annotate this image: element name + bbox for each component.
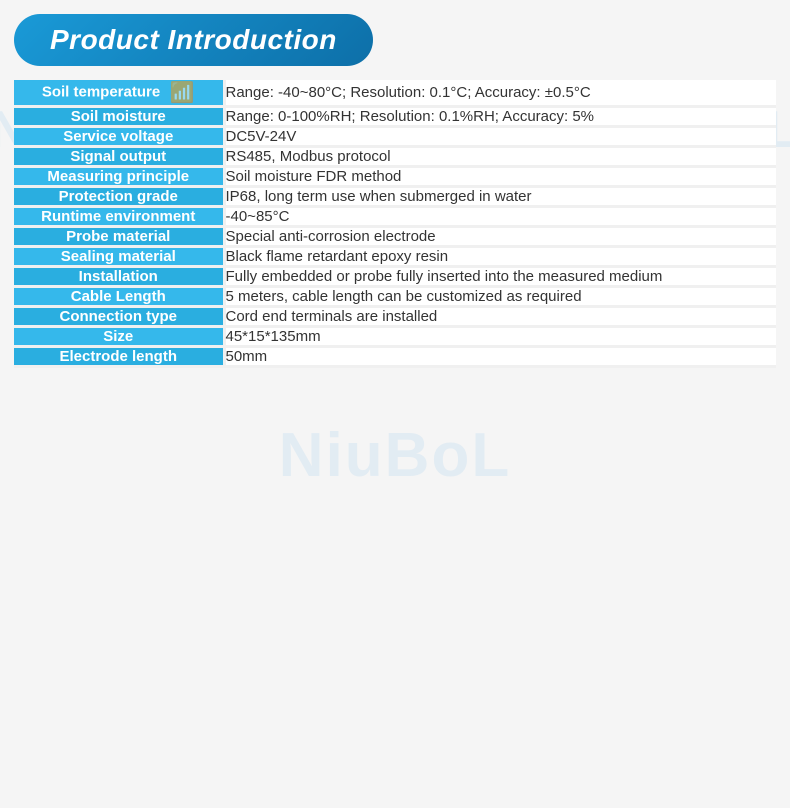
spec-label: Sealing material	[14, 247, 224, 267]
spec-label: Protection grade	[14, 187, 224, 207]
spec-label: Installation	[14, 267, 224, 287]
spec-label: Soil temperature 📶	[14, 80, 224, 107]
table-row: Cable Length5 meters, cable length can b…	[14, 287, 776, 307]
page-wrapper: NiuBoL NiuBoL NiuBoL Product Introductio…	[0, 0, 790, 808]
table-row: Connection typeCord end terminals are in…	[14, 307, 776, 327]
spec-label: Size	[14, 327, 224, 347]
table-row: Electrode length50mm	[14, 347, 776, 367]
spec-label: Service voltage	[14, 127, 224, 147]
spec-value: Special anti-corrosion electrode	[224, 227, 776, 247]
table-row: InstallationFully embedded or probe full…	[14, 267, 776, 287]
spec-value: Range: 0-100%RH; Resolution: 0.1%RH; Acc…	[224, 107, 776, 127]
spec-label: Connection type	[14, 307, 224, 327]
spec-value: -40~85°C	[224, 207, 776, 227]
table-row: Soil temperature 📶Range: -40~80°C; Resol…	[14, 80, 776, 107]
table-row: Service voltageDC5V-24V	[14, 127, 776, 147]
spec-value: DC5V-24V	[224, 127, 776, 147]
spec-value: Fully embedded or probe fully inserted i…	[224, 267, 776, 287]
spec-value: 50mm	[224, 347, 776, 367]
wifi-icon: 📶	[164, 82, 194, 104]
watermark-center: NiuBoL	[279, 420, 511, 491]
title-badge: Product Introduction	[14, 14, 373, 66]
spec-label: Runtime environment	[14, 207, 224, 227]
spec-value: 45*15*135mm	[224, 327, 776, 347]
table-row: Soil moistureRange: 0-100%RH; Resolution…	[14, 107, 776, 127]
spec-label: Measuring principle	[14, 167, 224, 187]
spec-value: RS485, Modbus protocol	[224, 147, 776, 167]
spec-label: Electrode length	[14, 347, 224, 367]
spec-label: Cable Length	[14, 287, 224, 307]
table-row: Protection gradeIP68, long term use when…	[14, 187, 776, 207]
spec-value: Range: -40~80°C; Resolution: 0.1°C; Accu…	[224, 80, 776, 107]
spec-value: Soil moisture FDR method	[224, 167, 776, 187]
table-row: Probe materialSpecial anti-corrosion ele…	[14, 227, 776, 247]
spec-value: 5 meters, cable length can be customized…	[224, 287, 776, 307]
table-row: Runtime environment-40~85°C	[14, 207, 776, 227]
table-row: Sealing materialBlack flame retardant ep…	[14, 247, 776, 267]
table-row: Measuring principleSoil moisture FDR met…	[14, 167, 776, 187]
table-row: Size45*15*135mm	[14, 327, 776, 347]
spec-value: Black flame retardant epoxy resin	[224, 247, 776, 267]
spec-value: Cord end terminals are installed	[224, 307, 776, 327]
table-row: Signal outputRS485, Modbus protocol	[14, 147, 776, 167]
spec-table: Soil temperature 📶Range: -40~80°C; Resol…	[14, 80, 776, 368]
spec-label: Soil moisture	[14, 107, 224, 127]
spec-label: Signal output	[14, 147, 224, 167]
spec-value: IP68, long term use when submerged in wa…	[224, 187, 776, 207]
spec-label: Probe material	[14, 227, 224, 247]
page-title: Product Introduction	[50, 24, 337, 56]
